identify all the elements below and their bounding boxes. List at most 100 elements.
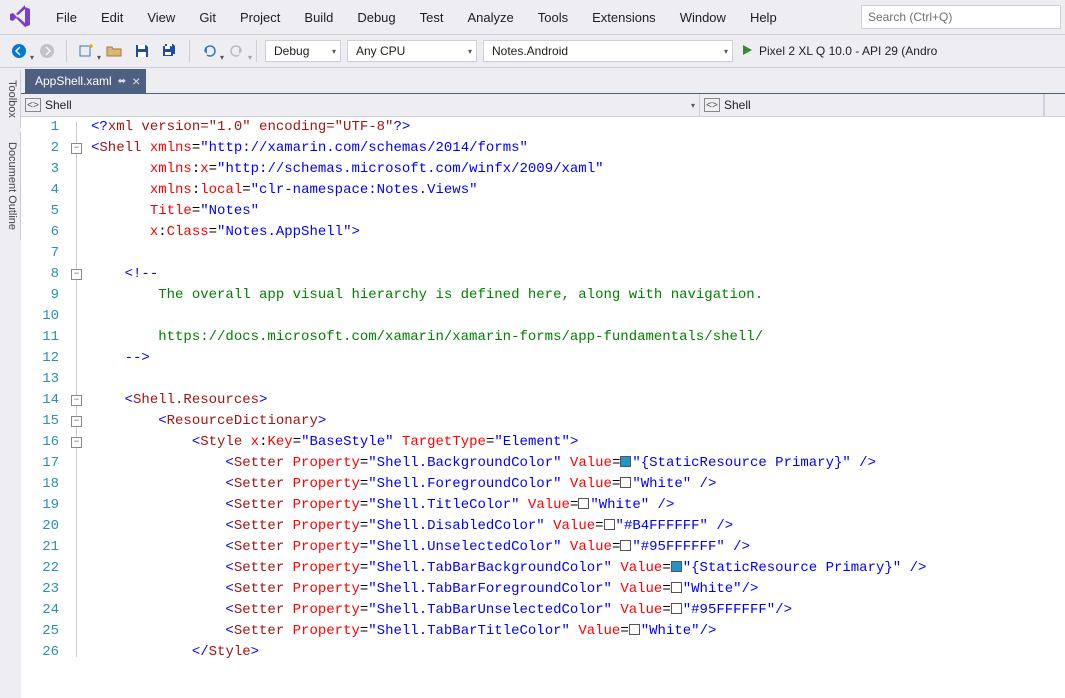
line-number: 3 — [21, 159, 59, 180]
code-line[interactable]: <?xml version="1.0" encoding="UTF-8"?> — [91, 117, 1065, 138]
code-line[interactable]: <Setter Property="Shell.TabBarUnselected… — [91, 600, 1065, 621]
xml-element-icon: <> — [704, 98, 720, 112]
nav-bar: <> Shell ▾ <> Shell — [21, 94, 1065, 117]
code-line[interactable]: <Shell xmlns="http://xamarin.com/schemas… — [91, 138, 1065, 159]
code-line[interactable]: x:Class="Notes.AppShell"> — [91, 222, 1065, 243]
code-line[interactable]: <Setter Property="Shell.BackgroundColor"… — [91, 453, 1065, 474]
code-line[interactable]: The overall app visual hierarchy is defi… — [91, 285, 1065, 306]
line-number: 13 — [21, 369, 59, 390]
code-line[interactable]: https://docs.microsoft.com/xamarin/xamar… — [91, 327, 1065, 348]
code-line[interactable]: <Style x:Key="BaseStyle" TargetType="Ele… — [91, 432, 1065, 453]
code-line[interactable]: <Setter Property="Shell.TabBarForeground… — [91, 579, 1065, 600]
code-line[interactable]: </Style> — [91, 642, 1065, 663]
code-line[interactable] — [91, 306, 1065, 327]
pin-icon[interactable]: ⬌ — [118, 76, 126, 87]
menu-view[interactable]: View — [135, 4, 187, 31]
menu-test[interactable]: Test — [408, 4, 456, 31]
startup-project-dropdown[interactable]: Notes.Android▾ — [483, 40, 733, 62]
line-number: 5 — [21, 201, 59, 222]
open-file-button[interactable] — [101, 38, 127, 64]
sidebar-tab-toolbox[interactable]: Toolbox — [0, 70, 21, 128]
menu-window[interactable]: Window — [668, 4, 738, 31]
code-line[interactable]: <Setter Property="Shell.TabBarTitleColor… — [91, 621, 1065, 642]
undo-button[interactable]: ▾ — [196, 38, 222, 64]
code-line[interactable] — [91, 243, 1065, 264]
run-button[interactable]: Pixel 2 XL Q 10.0 - API 29 (Andro — [741, 44, 937, 59]
code-line[interactable]: <Setter Property="Shell.TitleColor" Valu… — [91, 495, 1065, 516]
code-line[interactable]: Title="Notes" — [91, 201, 1065, 222]
line-number: 2 — [21, 138, 59, 159]
line-number: 11 — [21, 327, 59, 348]
scroll-strip — [1044, 94, 1065, 116]
line-number: 7 — [21, 243, 59, 264]
menu-debug[interactable]: Debug — [345, 4, 407, 31]
menu-tools[interactable]: Tools — [526, 4, 580, 31]
search-input[interactable]: Search (Ctrl+Q) — [861, 5, 1061, 29]
line-number: 16 — [21, 432, 59, 453]
doc-tabs: AppShell.xaml ⬌ × — [21, 68, 1065, 94]
nav-scope-dropdown[interactable]: <> Shell ▾ — [21, 94, 700, 116]
menu-edit[interactable]: Edit — [89, 4, 135, 31]
config-dropdown[interactable]: Debug▾ — [265, 40, 341, 62]
code-line[interactable]: <Setter Property="Shell.UnselectedColor"… — [91, 537, 1065, 558]
line-number: 6 — [21, 222, 59, 243]
code-line[interactable]: <Setter Property="Shell.TabBarBackground… — [91, 558, 1065, 579]
vs-logo-icon — [4, 1, 36, 33]
code-line[interactable]: <Setter Property="Shell.ForegroundColor"… — [91, 474, 1065, 495]
fold-strip[interactable]: − − − − − — [69, 117, 89, 698]
code-line[interactable]: <ResourceDictionary> — [91, 411, 1065, 432]
code-line[interactable]: <!-- — [91, 264, 1065, 285]
fold-toggle[interactable]: − — [71, 416, 82, 427]
code-line[interactable]: <Setter Property="Shell.DisabledColor" V… — [91, 516, 1065, 537]
menu-project[interactable]: Project — [228, 4, 292, 31]
xml-element-icon: <> — [25, 98, 41, 112]
color-swatch-icon — [671, 582, 682, 593]
fold-toggle[interactable]: − — [71, 269, 82, 280]
separator — [189, 40, 190, 62]
fold-toggle[interactable]: − — [71, 437, 82, 448]
menu-build[interactable]: Build — [292, 4, 345, 31]
fold-toggle[interactable]: − — [71, 395, 82, 406]
save-all-button[interactable] — [157, 38, 183, 64]
nav-forward-button[interactable] — [34, 38, 60, 64]
nav-member-dropdown[interactable]: <> Shell — [700, 94, 1044, 116]
line-number: 12 — [21, 348, 59, 369]
platform-dropdown[interactable]: Any CPU▾ — [347, 40, 477, 62]
menu-git[interactable]: Git — [187, 4, 228, 31]
line-number: 17 — [21, 453, 59, 474]
nav-back-button[interactable]: ▾ — [6, 38, 32, 64]
fold-toggle[interactable]: − — [71, 143, 82, 154]
menu-analyze[interactable]: Analyze — [455, 4, 525, 31]
line-number: 18 — [21, 474, 59, 495]
line-gutter: 1234567891011121314151617181920212223242… — [21, 117, 69, 698]
doc-tab-appshell[interactable]: AppShell.xaml ⬌ × — [25, 69, 146, 93]
line-number: 10 — [21, 306, 59, 327]
menu-file[interactable]: File — [44, 4, 89, 31]
save-button[interactable] — [129, 38, 155, 64]
menu-help[interactable]: Help — [738, 4, 789, 31]
redo-button[interactable]: ▾ — [224, 38, 250, 64]
sidebar-tab-document-outline[interactable]: Document Outline — [0, 132, 21, 240]
color-swatch-icon — [604, 519, 615, 530]
new-project-button[interactable]: ▾ — [73, 38, 99, 64]
code-lines[interactable]: <?xml version="1.0" encoding="UTF-8"?><S… — [89, 117, 1065, 698]
color-swatch-icon — [620, 477, 631, 488]
separator — [256, 40, 257, 62]
color-swatch-icon — [620, 456, 631, 467]
line-number: 8 — [21, 264, 59, 285]
code-editor[interactable]: 1234567891011121314151617181920212223242… — [21, 117, 1065, 698]
close-icon[interactable]: × — [132, 73, 140, 89]
workspace: Toolbox Document Outline AppShell.xaml ⬌ … — [0, 68, 1065, 698]
line-number: 20 — [21, 516, 59, 537]
line-number: 4 — [21, 180, 59, 201]
code-line[interactable]: xmlns:x="http://schemas.microsoft.com/wi… — [91, 159, 1065, 180]
color-swatch-icon — [671, 561, 682, 572]
menu-extensions[interactable]: Extensions — [580, 4, 668, 31]
sidebar-tabs: Toolbox Document Outline — [0, 68, 21, 698]
code-line[interactable]: <Shell.Resources> — [91, 390, 1065, 411]
line-number: 23 — [21, 579, 59, 600]
color-swatch-icon — [671, 603, 682, 614]
code-line[interactable] — [91, 369, 1065, 390]
code-line[interactable]: xmlns:local="clr-namespace:Notes.Views" — [91, 180, 1065, 201]
code-line[interactable]: --> — [91, 348, 1065, 369]
